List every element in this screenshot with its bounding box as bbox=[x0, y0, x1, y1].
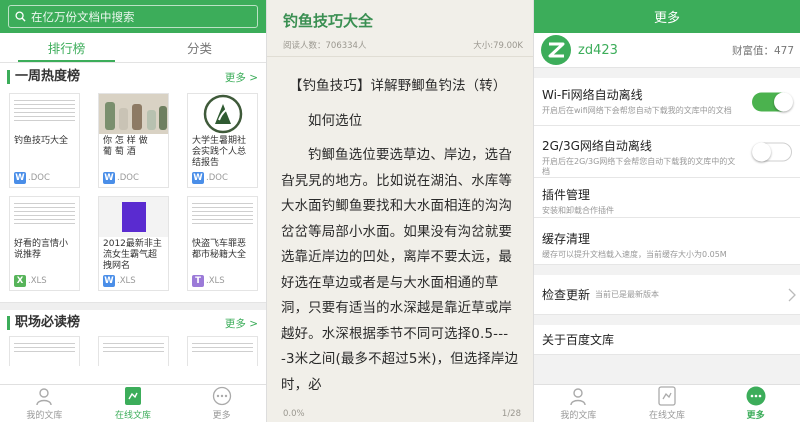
document-paragraph: 钓鲫鱼选位要选草边、岸边，选旮旮旯旯的地方。比如说在湖泊、水库等大水面钓鲫鱼要找… bbox=[281, 148, 519, 393]
doc-title: 快盗飞车罪恶都市秘籍大全 bbox=[192, 239, 247, 260]
tab-ranking[interactable]: 排行榜 bbox=[0, 33, 133, 62]
doc-card[interactable]: 好看的言情小说推荐 X .XLS bbox=[9, 196, 80, 291]
more-panel: 更多 zd423 财富值：477 Wi-Fi网络自动离线 开启后在wifi网络下… bbox=[533, 0, 800, 422]
excel-icon: X bbox=[14, 275, 26, 287]
doc-type: T .XLS bbox=[192, 275, 225, 287]
word-icon: W bbox=[103, 172, 115, 184]
reader-footer: 0.0% 1/28 bbox=[267, 406, 533, 422]
doc-title: 钓鱼技巧大全 bbox=[14, 136, 69, 146]
doc-card[interactable]: 大学生暑期社会实践个人总结报告 W .DOC bbox=[187, 93, 258, 188]
section-title: 一周热度榜 bbox=[7, 70, 80, 84]
more-header: 更多 bbox=[534, 0, 800, 33]
doc-card[interactable]: 钓鱼技巧大全 W .DOC bbox=[9, 93, 80, 188]
doc-thumbnail bbox=[10, 197, 79, 237]
doc-title: 好看的言情小说推荐 bbox=[14, 239, 69, 260]
word-icon: W bbox=[192, 172, 204, 184]
reader-count: 阅读人数：706334人 bbox=[283, 40, 367, 51]
doc-title: 大学生暑期社会实践个人总结报告 bbox=[192, 136, 247, 168]
weekly-hot-section: 一周热度榜 更多 > bbox=[0, 63, 266, 91]
bottom-nav: 我的文库 在线文库 更多 bbox=[534, 384, 800, 422]
check-update[interactable]: 检查更新 当前已是最新版本 bbox=[534, 275, 800, 315]
wifi-offline-toggle[interactable] bbox=[752, 92, 793, 111]
nav-online-library[interactable]: 在线文库 bbox=[89, 385, 178, 422]
tab-category[interactable]: 分类 bbox=[133, 33, 266, 62]
doc-grid: 钓鱼技巧大全 W .DOC 你 怎 样 做葡 萄 酒 W .DOC 大学生暑期社会实… bbox=[0, 91, 266, 291]
read-progress: 0.0% bbox=[283, 409, 305, 419]
more-icon bbox=[746, 386, 766, 405]
wifi-offline-setting: Wi-Fi网络自动离线 开启后在wifi网络下会帮您自动下载我的文库中的文档 bbox=[534, 78, 800, 126]
doc-type: W .XLS bbox=[103, 275, 136, 287]
doc-thumbnail bbox=[99, 94, 168, 134]
doc-type: W .DOC bbox=[103, 172, 139, 184]
doc-thumbnail bbox=[99, 197, 168, 237]
doc-card[interactable] bbox=[98, 336, 169, 366]
search-placeholder: 在亿万份文档中搜索 bbox=[31, 9, 135, 24]
library-panel: 在亿万份文档中搜索 排行榜 分类 一周热度榜 更多 > 钓鱼技巧大全 W .DOC bbox=[0, 0, 267, 422]
nav-my-library[interactable]: 我的文库 bbox=[0, 385, 89, 422]
document-title: 钓鱼技巧大全 bbox=[283, 12, 374, 30]
reader-panel: 钓鱼技巧大全 阅读人数：706334人 大小:79.00K 【钓鱼技巧】详解野鲫… bbox=[267, 0, 533, 422]
library-header: 在亿万份文档中搜索 bbox=[0, 0, 266, 33]
user-icon bbox=[36, 387, 53, 405]
document-subheading: 如何选位 bbox=[308, 113, 363, 129]
document-meta: 阅读人数：706334人 大小:79.00K bbox=[267, 33, 533, 57]
online-library-icon bbox=[658, 385, 676, 406]
avatar bbox=[541, 35, 571, 65]
doc-type: W .DOC bbox=[192, 172, 228, 184]
section-divider bbox=[0, 302, 266, 310]
more-link[interactable]: 更多 > bbox=[225, 316, 258, 331]
school-seal-image bbox=[203, 94, 242, 134]
user-icon bbox=[570, 387, 587, 405]
doc-thumbnail bbox=[188, 94, 257, 134]
cache-clear[interactable]: 缓存清理 缓存可以提升文档载入速度，当前缓存大小为0.05M bbox=[534, 218, 800, 265]
chevron-right-icon bbox=[788, 288, 796, 301]
text-icon: T bbox=[192, 275, 204, 287]
nav-more[interactable]: 更多 bbox=[711, 385, 800, 422]
doc-type: X .XLS bbox=[14, 275, 47, 287]
wealth-value: 财富值：477 bbox=[731, 44, 794, 57]
document-body: 【钓鱼技巧】详解野鲫鱼钓法（转） 如何选位 钓鲫鱼选位要选草边、岸边，选旮旮旯旯… bbox=[267, 57, 533, 398]
workplace-section: 职场必读榜 更多 > bbox=[0, 310, 266, 336]
nav-my-library[interactable]: 我的文库 bbox=[534, 385, 623, 422]
word-icon: W bbox=[14, 172, 26, 184]
more-icon bbox=[212, 386, 231, 405]
document-heading: 【钓鱼技巧】详解野鲫鱼钓法（转） bbox=[289, 79, 507, 94]
doc-card[interactable]: 你 怎 样 做葡 萄 酒 W .DOC bbox=[98, 93, 169, 188]
doc-card[interactable] bbox=[9, 336, 80, 366]
bottom-nav: 我的文库 在线文库 更多 bbox=[0, 384, 266, 422]
nav-online-library[interactable]: 在线文库 bbox=[623, 385, 712, 422]
page-indicator: 1/28 bbox=[501, 409, 521, 419]
user-profile[interactable]: zd423 财富值：477 bbox=[534, 33, 800, 68]
doc-title: 2012最新非主流女生霸气超拽网名 bbox=[103, 239, 162, 271]
search-icon bbox=[15, 11, 26, 22]
section-title: 职场必读榜 bbox=[7, 316, 80, 330]
file-size: 大小:79.00K bbox=[473, 40, 523, 51]
doc-title: 你 怎 样 做葡 萄 酒 bbox=[103, 136, 148, 157]
more-link[interactable]: 更多 > bbox=[225, 70, 258, 85]
doc-card[interactable] bbox=[187, 336, 258, 366]
plugin-management[interactable]: 插件管理 安装和卸载合作插件 bbox=[534, 178, 800, 218]
online-library-icon bbox=[125, 386, 141, 405]
username: zd423 bbox=[578, 42, 618, 58]
library-tabs: 排行榜 分类 bbox=[0, 33, 266, 63]
doc-card[interactable]: 2012最新非主流女生霸气超拽网名 W .XLS bbox=[98, 196, 169, 291]
cellular-offline-setting: 2G/3G网络自动离线 开启后在2G/3G网络下会帮您自动下载我的文库中的文档 bbox=[534, 126, 800, 178]
doc-type: W .DOC bbox=[14, 172, 50, 184]
nav-more[interactable]: 更多 bbox=[177, 385, 266, 422]
doc-card[interactable]: 快盗飞车罪恶都市秘籍大全 T .XLS bbox=[187, 196, 258, 291]
search-input[interactable]: 在亿万份文档中搜索 bbox=[8, 5, 258, 28]
word-icon: W bbox=[103, 275, 115, 287]
cellular-offline-toggle[interactable] bbox=[752, 142, 792, 161]
doc-thumbnail bbox=[10, 94, 79, 134]
about-library[interactable]: 关于百度文库 bbox=[534, 325, 800, 355]
doc-grid bbox=[0, 336, 266, 366]
doc-thumbnail bbox=[188, 197, 257, 237]
